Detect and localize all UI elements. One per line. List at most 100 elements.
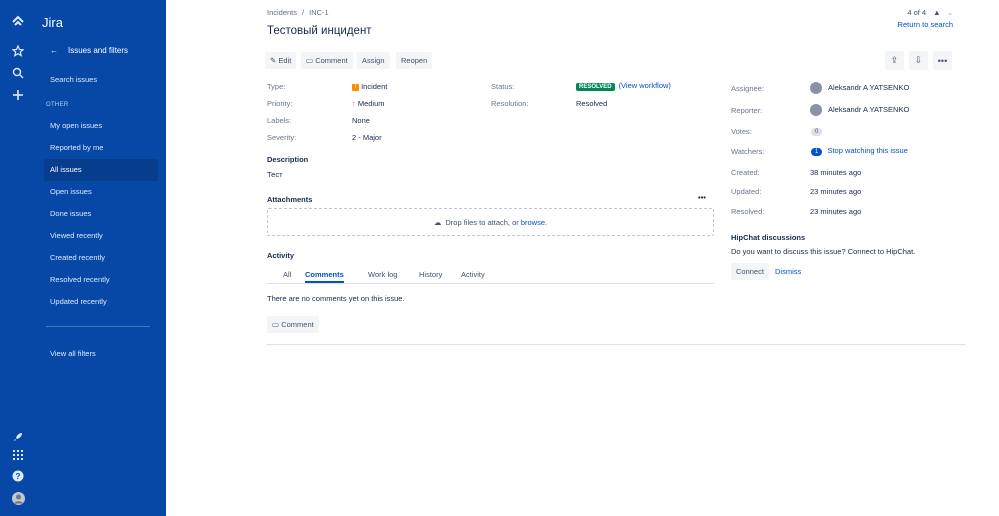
status-value: RESOLVED (View workflow) xyxy=(576,81,671,91)
create-icon[interactable] xyxy=(8,85,28,105)
pencil-icon: ✎ xyxy=(270,56,277,65)
status-badge: RESOLVED xyxy=(576,83,615,91)
hipchat-text: Do you want to discuss this issue? Conne… xyxy=(731,247,916,256)
assignee-label: Assignee: xyxy=(731,84,764,93)
tab-work-log[interactable]: Work log xyxy=(368,270,397,279)
connect-button[interactable]: Connect xyxy=(731,263,769,280)
priority-medium-icon: ↑ xyxy=(352,99,356,108)
return-to-search-link[interactable]: Return to search xyxy=(898,20,953,29)
more-actions-icon[interactable]: ••• xyxy=(933,51,952,70)
share-icon[interactable]: ⇪ xyxy=(885,51,904,70)
chevron-up-icon[interactable]: ▲ xyxy=(933,8,940,17)
back-label: Issues and filters xyxy=(68,46,129,55)
sidebar-item-open-issues[interactable]: Open issues xyxy=(44,181,158,203)
watchers-label: Watchers: xyxy=(731,147,765,156)
browse-link[interactable]: browse. xyxy=(521,218,547,227)
activity-tabs: All Comments Work log History Activity xyxy=(267,267,714,284)
severity-value: 2 - Major xyxy=(352,133,382,142)
assignee-value[interactable]: Aleksandr A YATSENKO xyxy=(810,82,909,94)
priority-label: Priority: xyxy=(267,99,293,108)
reopen-button[interactable]: Reopen xyxy=(396,52,433,69)
tab-comments[interactable]: Comments xyxy=(305,270,344,283)
global-nav: ? xyxy=(0,0,36,516)
sidebar-section-heading: OTHER xyxy=(46,102,69,108)
type-label: Type: xyxy=(267,82,286,91)
created-label: Created: xyxy=(731,168,760,177)
svg-text:?: ? xyxy=(16,472,21,481)
comment-label: Comment xyxy=(315,56,348,65)
add-comment-button[interactable]: ▭ Comment xyxy=(267,316,319,333)
sidebar-item-all-issues[interactable]: All issues xyxy=(44,159,158,181)
sidebar-item-done-issues[interactable]: Done issues xyxy=(44,203,158,225)
sidebar-divider xyxy=(46,326,150,327)
view-all-filters-link[interactable]: View all filters xyxy=(50,349,96,358)
sidebar-item-created-recently[interactable]: Created recently xyxy=(44,247,158,269)
jira-logo-icon[interactable] xyxy=(8,11,28,31)
profile-avatar[interactable] xyxy=(8,488,28,508)
app-switcher-icon[interactable] xyxy=(8,445,28,465)
dismiss-link[interactable]: Dismiss xyxy=(775,267,801,276)
search-issues-link[interactable]: Search issues xyxy=(50,75,97,84)
status-label: Status: xyxy=(491,82,515,91)
watchers-value: 1 Stop watching this issue xyxy=(811,146,908,156)
breadcrumb-separator: / xyxy=(302,8,305,17)
hipchat-heading: HipChat discussions xyxy=(731,233,806,242)
add-comment-label: Comment xyxy=(281,320,314,329)
breadcrumb: Incidents / INC-1 xyxy=(267,8,334,17)
view-workflow-link[interactable]: (View workflow) xyxy=(619,81,671,90)
activity-heading: Activity xyxy=(267,251,295,260)
sidebar-item-my-open-issues[interactable]: My open issues xyxy=(44,115,158,137)
comment-button[interactable]: ▭ Comment xyxy=(301,52,353,69)
description-heading: Description xyxy=(267,155,309,164)
labels-label: Labels: xyxy=(267,116,292,125)
resolution-value: Resolved xyxy=(576,99,608,108)
votes-count: 0 xyxy=(811,128,823,136)
breadcrumb-issue-key[interactable]: INC-1 xyxy=(309,8,329,17)
sidebar-item-reported-by-me[interactable]: Reported by me xyxy=(44,137,158,159)
chevron-down-icon[interactable]: ⌄ xyxy=(947,8,953,17)
votes-value[interactable]: 0 xyxy=(811,126,823,136)
cloud-upload-icon: ☁ xyxy=(433,217,442,227)
type-text: Incident xyxy=(361,82,388,91)
avatar xyxy=(810,104,822,116)
help-icon[interactable]: ? xyxy=(8,466,28,486)
sidebar-item-viewed-recently[interactable]: Viewed recently xyxy=(44,225,158,247)
resolved-value: 23 minutes ago xyxy=(810,207,862,216)
attachment-dropzone[interactable]: ☁ Drop files to attach, or browse. xyxy=(267,208,714,236)
drop-text: Drop files to attach, or xyxy=(445,217,519,227)
star-icon[interactable] xyxy=(8,41,28,61)
tab-history[interactable]: History xyxy=(419,270,442,279)
created-value: 38 minutes ago xyxy=(810,168,862,177)
search-icon[interactable] xyxy=(8,63,28,83)
content-divider xyxy=(266,344,966,345)
severity-label: Severity: xyxy=(267,133,297,142)
watchers-count[interactable]: 1 xyxy=(811,148,823,156)
sidebar-item-updated-recently[interactable]: Updated recently xyxy=(44,291,158,313)
attachments-more-icon[interactable]: ••• xyxy=(698,193,706,202)
updated-label: Updated: xyxy=(731,187,762,196)
incident-icon: ! xyxy=(352,83,359,91)
sidebar-item-resolved-recently[interactable]: Resolved recently xyxy=(44,269,158,291)
export-icon[interactable]: ⇩ xyxy=(909,51,928,70)
resolved-label: Resolved: xyxy=(731,207,765,216)
tab-activity[interactable]: Activity xyxy=(461,270,485,279)
issue-pager: 4 of 4 ▲ ⌄ Return to search xyxy=(898,8,953,29)
back-to-issues-and-filters[interactable]: ← Issues and filters xyxy=(50,46,128,55)
assignee-name: Aleksandr A YATSENKO xyxy=(828,82,910,92)
no-comments-text: There are no comments yet on this issue. xyxy=(267,294,405,303)
avatar xyxy=(810,82,822,94)
issue-view: Incidents / INC-1 Тестовый инцидент 4 of 4… xyxy=(166,0,999,516)
arrow-left-icon: ← xyxy=(50,46,58,55)
attachments-heading: Attachments xyxy=(267,195,313,204)
tab-all[interactable]: All xyxy=(283,270,291,279)
priority-value: ↑ Medium xyxy=(352,99,385,108)
stop-watching-link[interactable]: Stop watching this issue xyxy=(827,146,907,155)
reporter-value[interactable]: Aleksandr A YATSENKO xyxy=(810,104,909,116)
rocket-icon[interactable] xyxy=(8,427,28,447)
edit-button[interactable]: ✎ Edit xyxy=(265,52,297,69)
description-text[interactable]: Тест xyxy=(267,170,283,179)
assign-button[interactable]: Assign xyxy=(357,52,390,69)
breadcrumb-project[interactable]: Incidents xyxy=(267,8,297,17)
pager-position: 4 of 4 xyxy=(907,8,927,17)
priority-text: Medium xyxy=(357,99,385,108)
